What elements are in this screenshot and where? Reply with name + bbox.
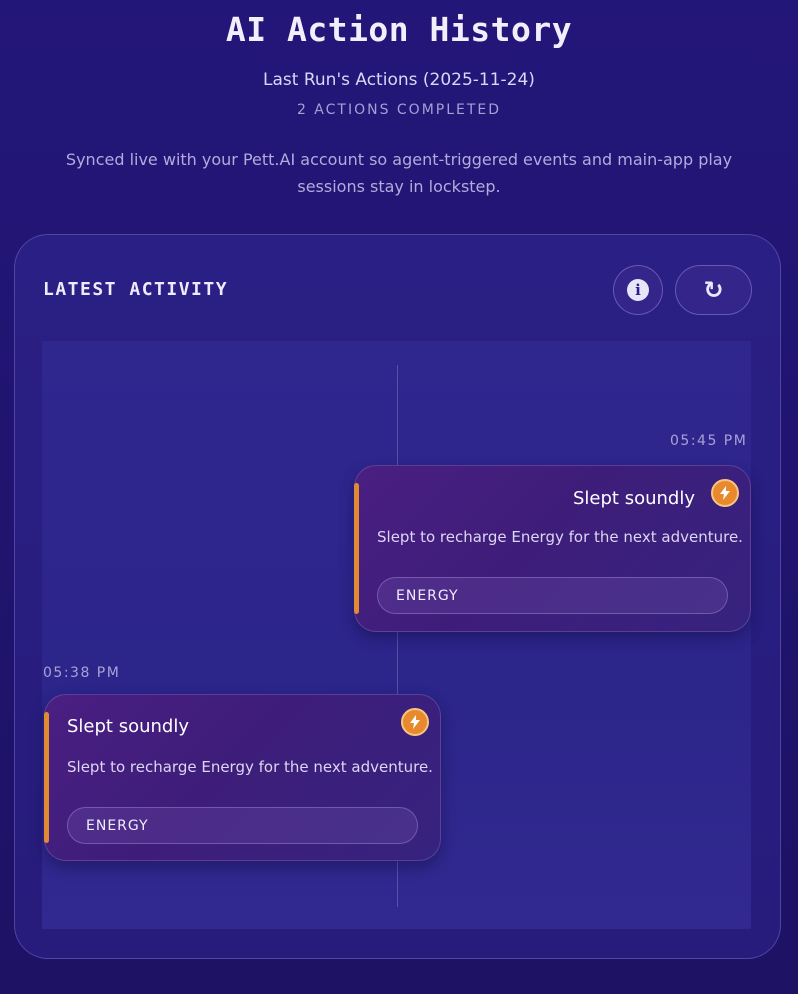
sync-description: Synced live with your Pett.AI account so…	[65, 150, 733, 196]
lightning-icon	[711, 479, 739, 507]
activity-panel: LATEST ACTIVITY i ↻ 05:45 PM Slept sound…	[14, 234, 781, 959]
activity-title: Slept soundly	[573, 488, 695, 509]
activity-description: Slept to recharge Energy for the next ad…	[377, 528, 743, 546]
actions-count: 2 ACTIONS COMPLETED	[296, 102, 502, 118]
run-subtitle: Last Run's Actions (2025-11-24)	[263, 70, 535, 90]
activity-tag: ENERGY	[377, 577, 728, 614]
panel-title: LATEST ACTIVITY	[43, 279, 229, 300]
info-icon: i	[627, 279, 649, 301]
refresh-icon: ↻	[703, 276, 724, 304]
activity-time: 05:38 PM	[43, 665, 121, 681]
activity-card[interactable]: Slept soundly Slept to recharge Energy f…	[354, 465, 751, 632]
refresh-button[interactable]: ↻	[675, 265, 752, 315]
activity-timeline: 05:45 PM Slept soundly Slept to recharge…	[42, 341, 751, 929]
activity-card[interactable]: Slept soundly Slept to recharge Energy f…	[44, 694, 441, 861]
activity-time: 05:45 PM	[670, 433, 748, 449]
page: AI Action History Last Run's Actions (20…	[0, 0, 798, 994]
accent-bar	[44, 712, 49, 843]
activity-description: Slept to recharge Energy for the next ad…	[67, 758, 433, 776]
accent-bar	[354, 483, 359, 614]
info-button[interactable]: i	[613, 265, 663, 315]
activity-tag: ENERGY	[67, 807, 418, 844]
page-title: AI Action History	[225, 10, 573, 49]
lightning-icon	[401, 708, 429, 736]
activity-title: Slept soundly	[67, 716, 189, 737]
